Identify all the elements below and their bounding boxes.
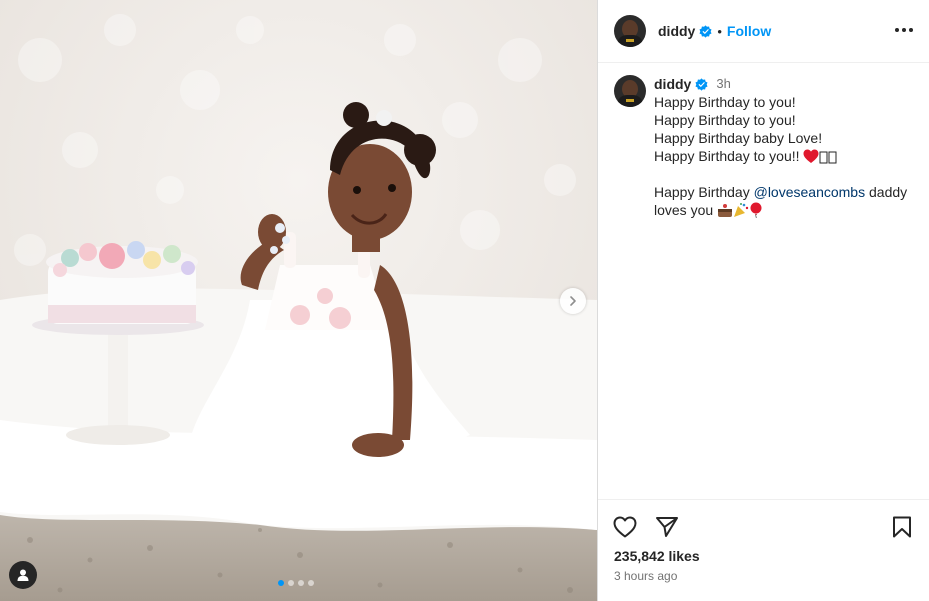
post-side-panel: diddy • Follow diddy 3h Happy Birthday t… [597,0,929,601]
heart-icon [613,516,637,538]
red-heart-emoji-icon [803,149,819,163]
caption-line-with-emoji: Happy Birthday to you!! [654,147,907,165]
mention-link[interactable]: @loveseancombs [754,184,866,200]
caption-username-link[interactable]: diddy [654,75,691,93]
caption-body: diddy 3h Happy Birthday to you! Happy Bi… [654,75,907,219]
user-tag-icon [17,569,29,581]
party-popper-emoji-icon [734,203,749,217]
next-slide-button[interactable] [560,288,586,314]
post-photo [0,0,597,601]
verified-badge-icon [699,24,712,38]
caption: diddy 3h Happy Birthday to you! Happy Bi… [598,63,929,219]
more-options-icon [895,28,899,32]
share-button[interactable] [654,514,680,540]
balloon-emoji-icon [750,202,762,218]
missing-glyph-icon [819,151,837,164]
likes-count[interactable]: 235,842 likes [614,548,700,564]
chevron-right-icon [570,296,576,306]
post-actions [612,514,680,540]
carousel-dot [288,580,294,586]
carousel-dot [298,580,304,586]
bookmark-icon [893,516,911,538]
caption-closing-line: Happy Birthday @loveseancombs daddy [654,183,907,201]
caption-timestamp[interactable]: 3h [716,75,730,93]
username-link[interactable]: diddy [658,23,695,39]
verified-badge-icon [695,77,708,91]
post-timestamp[interactable]: 3 hours ago [614,569,677,583]
follow-button[interactable]: Follow [727,23,771,39]
paper-plane-icon [656,517,678,537]
caption-text: Happy Birthday [654,184,754,200]
cake-emoji-icon [718,204,733,217]
user-tags-button[interactable] [9,561,37,589]
post-header: diddy • Follow [598,0,929,63]
save-button[interactable] [889,514,915,540]
caption-line: Happy Birthday to you! [654,94,796,110]
caption-text: loves you [654,202,718,218]
more-options-button[interactable] [893,22,915,38]
caption-line: Happy Birthday baby Love! [654,130,823,146]
post-media[interactable] [0,0,597,601]
like-button[interactable] [612,514,638,540]
caption-text: daddy [865,184,908,200]
separator-dot: • [717,23,722,39]
caption-line: Happy Birthday to you! [654,112,796,128]
carousel-dot [308,580,314,586]
avatar[interactable] [614,75,646,107]
avatar[interactable] [614,15,646,47]
post-footer: 235,842 likes 3 hours ago [598,499,929,601]
caption-closing-line: loves you [654,201,907,219]
carousel-indicator [278,580,314,586]
caption-line-text: Happy Birthday to you!! [654,148,800,164]
carousel-dot [278,580,284,586]
